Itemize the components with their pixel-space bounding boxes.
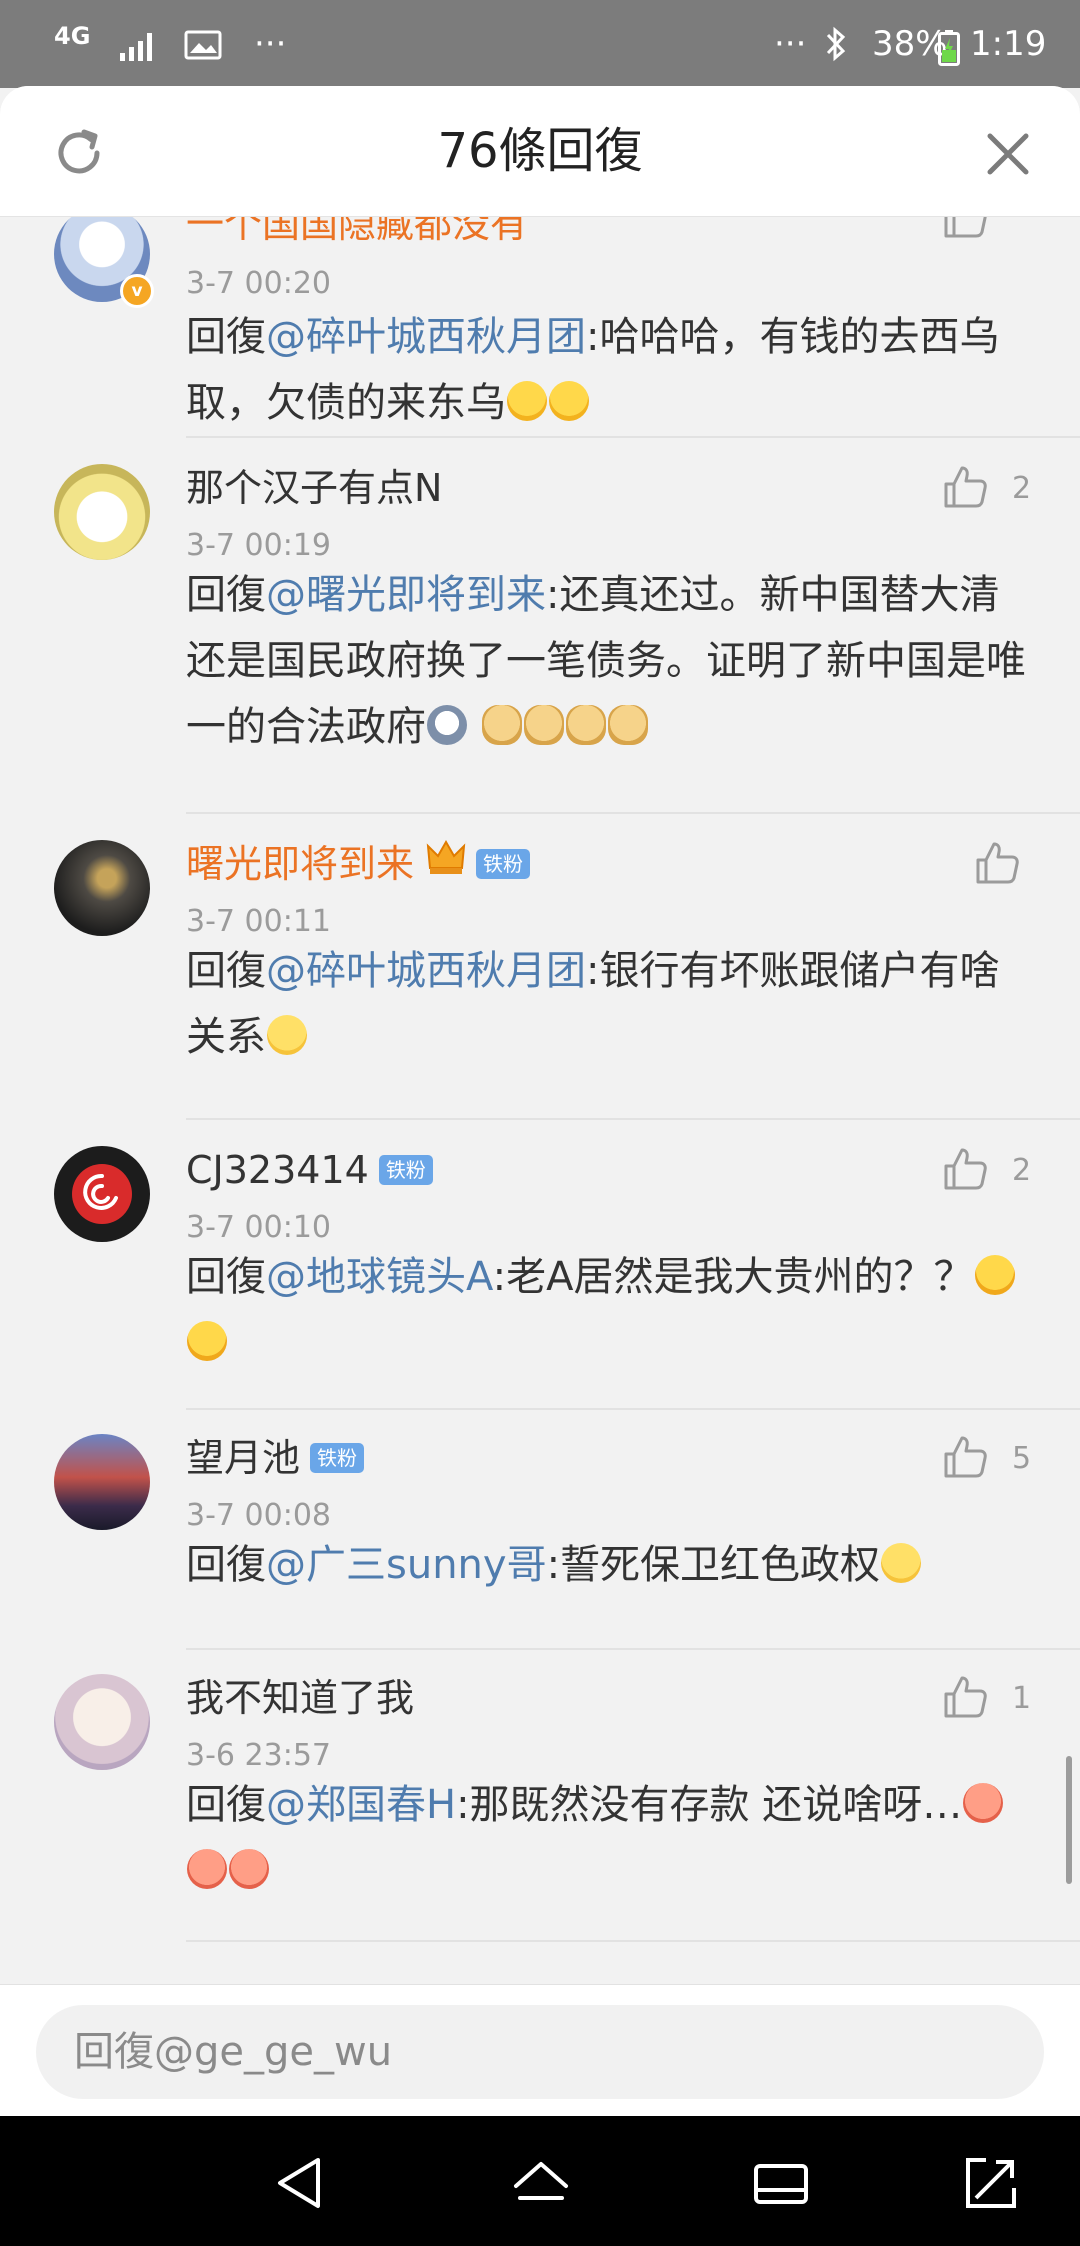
- thumbs-up-icon: [976, 842, 1019, 884]
- comment-timestamp: 3-7 00:11: [186, 904, 331, 939]
- comment-item: 那个汉子有点N 2 3-7 00:19 回復@曙光即将到来:还真还过。新中国替大…: [0, 438, 1080, 814]
- home-icon: [514, 2162, 568, 2200]
- battery-percent: 38%: [872, 24, 948, 64]
- laugh-emoji-icon: [507, 381, 547, 421]
- comment-username[interactable]: 那个汉子有点N: [186, 462, 442, 514]
- user-mention[interactable]: @碎叶城西秋月团: [266, 948, 586, 994]
- comment-body: 回復@郑国春H:那既然没有存款 还说啥呀…: [186, 1772, 1026, 1904]
- comment-timestamp: 3-7 00:20: [186, 266, 331, 301]
- reply-input-bar: [0, 1984, 1080, 2117]
- recents-button[interactable]: [746, 2148, 816, 2218]
- doge-emoji-icon: [523, 705, 564, 745]
- signal-icon: [118, 28, 158, 72]
- thumbs-up-icon: [944, 1436, 987, 1478]
- comment-username[interactable]: 我不知道了我: [186, 1672, 414, 1724]
- thumbs-up-icon: [944, 1148, 987, 1190]
- user-mention[interactable]: @郑国春H: [266, 1782, 456, 1828]
- husky-emoji-icon: [427, 705, 467, 745]
- comment-username[interactable]: 望月池 铁粉: [186, 1432, 365, 1484]
- thumbs-up-icon: [944, 1676, 987, 1718]
- comment-timestamp: 3-7 00:19: [186, 528, 331, 563]
- shocked-emoji-icon: [974, 1255, 1015, 1295]
- netease-logo-icon: [72, 1164, 132, 1224]
- like-count: 2: [1012, 1153, 1032, 1188]
- comment-timestamp: 3-7 00:08: [186, 1498, 331, 1533]
- crown-icon: [426, 837, 466, 889]
- back-icon: [278, 2158, 320, 2208]
- fan-badge: 铁粉: [310, 1442, 365, 1473]
- like-count: 2: [1012, 471, 1032, 506]
- comment-username[interactable]: 曙光即将到来 铁粉: [186, 837, 531, 893]
- gallery-icon: [184, 28, 222, 72]
- bluetooth-icon: [822, 26, 850, 70]
- comment-body: 回復@广三sunny哥:誓死保卫红色政权: [186, 1532, 1026, 1598]
- pig-emoji-icon: [963, 1783, 1004, 1823]
- smile-emoji-icon: [267, 1015, 307, 1055]
- comment-timestamp: 3-7 00:10: [186, 1210, 331, 1245]
- divider: [186, 1940, 1080, 1942]
- avatar[interactable]: [54, 1146, 150, 1242]
- close-icon: [987, 133, 1029, 175]
- user-mention[interactable]: @曙光即将到来: [266, 572, 546, 618]
- avatar[interactable]: [54, 1434, 150, 1530]
- user-mention[interactable]: @地球镜头A: [266, 1254, 493, 1300]
- network-type: 4G: [54, 22, 91, 50]
- shocked-emoji-icon: [187, 1321, 227, 1361]
- like-count: 5: [1012, 1441, 1032, 1476]
- user-mention[interactable]: @碎叶城西秋月团: [266, 314, 586, 360]
- pig-emoji-icon: [229, 1849, 269, 1889]
- back-button[interactable]: [266, 2148, 336, 2218]
- close-button[interactable]: [980, 126, 1036, 182]
- verified-icon: v: [120, 274, 154, 308]
- more-status-icon: ···: [774, 24, 807, 64]
- user-mention[interactable]: @广三sunny哥: [266, 1542, 547, 1588]
- fan-badge: 铁粉: [476, 848, 531, 879]
- avatar[interactable]: [54, 1674, 150, 1770]
- comment-body: 回復@碎叶城西秋月团:哈哈哈，有钱的去西乌取，欠债的来东乌: [186, 314, 1000, 426]
- comment-list[interactable]: v 一个国国隐藏都没有 3-7 00:20 回復@碎叶城西秋月团:哈哈哈，有钱的…: [0, 216, 1080, 1981]
- comment-body: 回復@曙光即将到来:还真还过。新中国替大清还是国民政府换了一笔债务。证明了新中国…: [186, 572, 1026, 750]
- smile-emoji-icon: [881, 1543, 922, 1583]
- home-button[interactable]: [506, 2148, 576, 2218]
- sheet-header: 76條回復: [0, 86, 1080, 217]
- fan-badge: 铁粉: [378, 1154, 433, 1185]
- clock: 1:19: [970, 24, 1047, 64]
- system-nav-bar: [0, 2116, 1080, 2246]
- replies-sheet: 76條回復 v 一个国国隐藏都没有 3-7 00:20 回復@碎叶城西秋月团:哈…: [0, 86, 1080, 2086]
- doge-emoji-icon: [481, 705, 522, 745]
- avatar[interactable]: [54, 840, 150, 936]
- comment-body: 回復@地球镜头A:老A居然是我大贵州的？？: [186, 1244, 1026, 1376]
- laugh-emoji-icon: [549, 381, 589, 421]
- page-title: 76條回復: [437, 123, 643, 179]
- comment-body: 回復@碎叶城西秋月团:银行有坏账跟储户有啥关系: [186, 948, 1000, 1060]
- comment-username[interactable]: 一个国国隐藏都没有: [186, 216, 528, 250]
- expand-button[interactable]: [956, 2148, 1026, 2218]
- more-notifications-icon: ···: [254, 24, 287, 64]
- thumbs-up-icon: [944, 216, 987, 238]
- pig-emoji-icon: [187, 1849, 227, 1889]
- comment-item: 我不知道了我 1 3-6 23:57 回復@郑国春H:那既然没有存款 还说啥呀…: [0, 1650, 1080, 1942]
- doge-emoji-icon: [565, 705, 606, 745]
- thumbs-up-icon: [944, 466, 987, 508]
- comment-username[interactable]: CJ323414 铁粉: [186, 1144, 433, 1196]
- reply-input[interactable]: [36, 2005, 1044, 2099]
- avatar[interactable]: [54, 464, 150, 560]
- comment-timestamp: 3-6 23:57: [186, 1738, 331, 1773]
- like-count: 1: [1012, 1681, 1032, 1716]
- battery-icon: [938, 30, 960, 74]
- expand-icon: [966, 2158, 1016, 2208]
- comment-item: 曙光即将到来 铁粉 3-7 00:11 回復@碎叶城西秋月团:银行有坏账跟储户有…: [0, 814, 1080, 1120]
- status-bar: 4G ··· ··· 38% 1:19: [0, 0, 1080, 88]
- recents-icon: [754, 2164, 808, 2204]
- comment-item: v 一个国国隐藏都没有 3-7 00:20 回復@碎叶城西秋月团:哈哈哈，有钱的…: [0, 216, 1080, 438]
- comment-item: CJ323414 铁粉 2 3-7 00:10 回復@地球镜头A:老A居然是我大贵…: [0, 1120, 1080, 1410]
- scrollbar-thumb[interactable]: [1066, 1756, 1072, 1884]
- comment-item: 望月池 铁粉 5 3-7 00:08 回復@广三sunny哥:誓死保卫红色政权: [0, 1410, 1080, 1650]
- doge-emoji-icon: [607, 705, 648, 745]
